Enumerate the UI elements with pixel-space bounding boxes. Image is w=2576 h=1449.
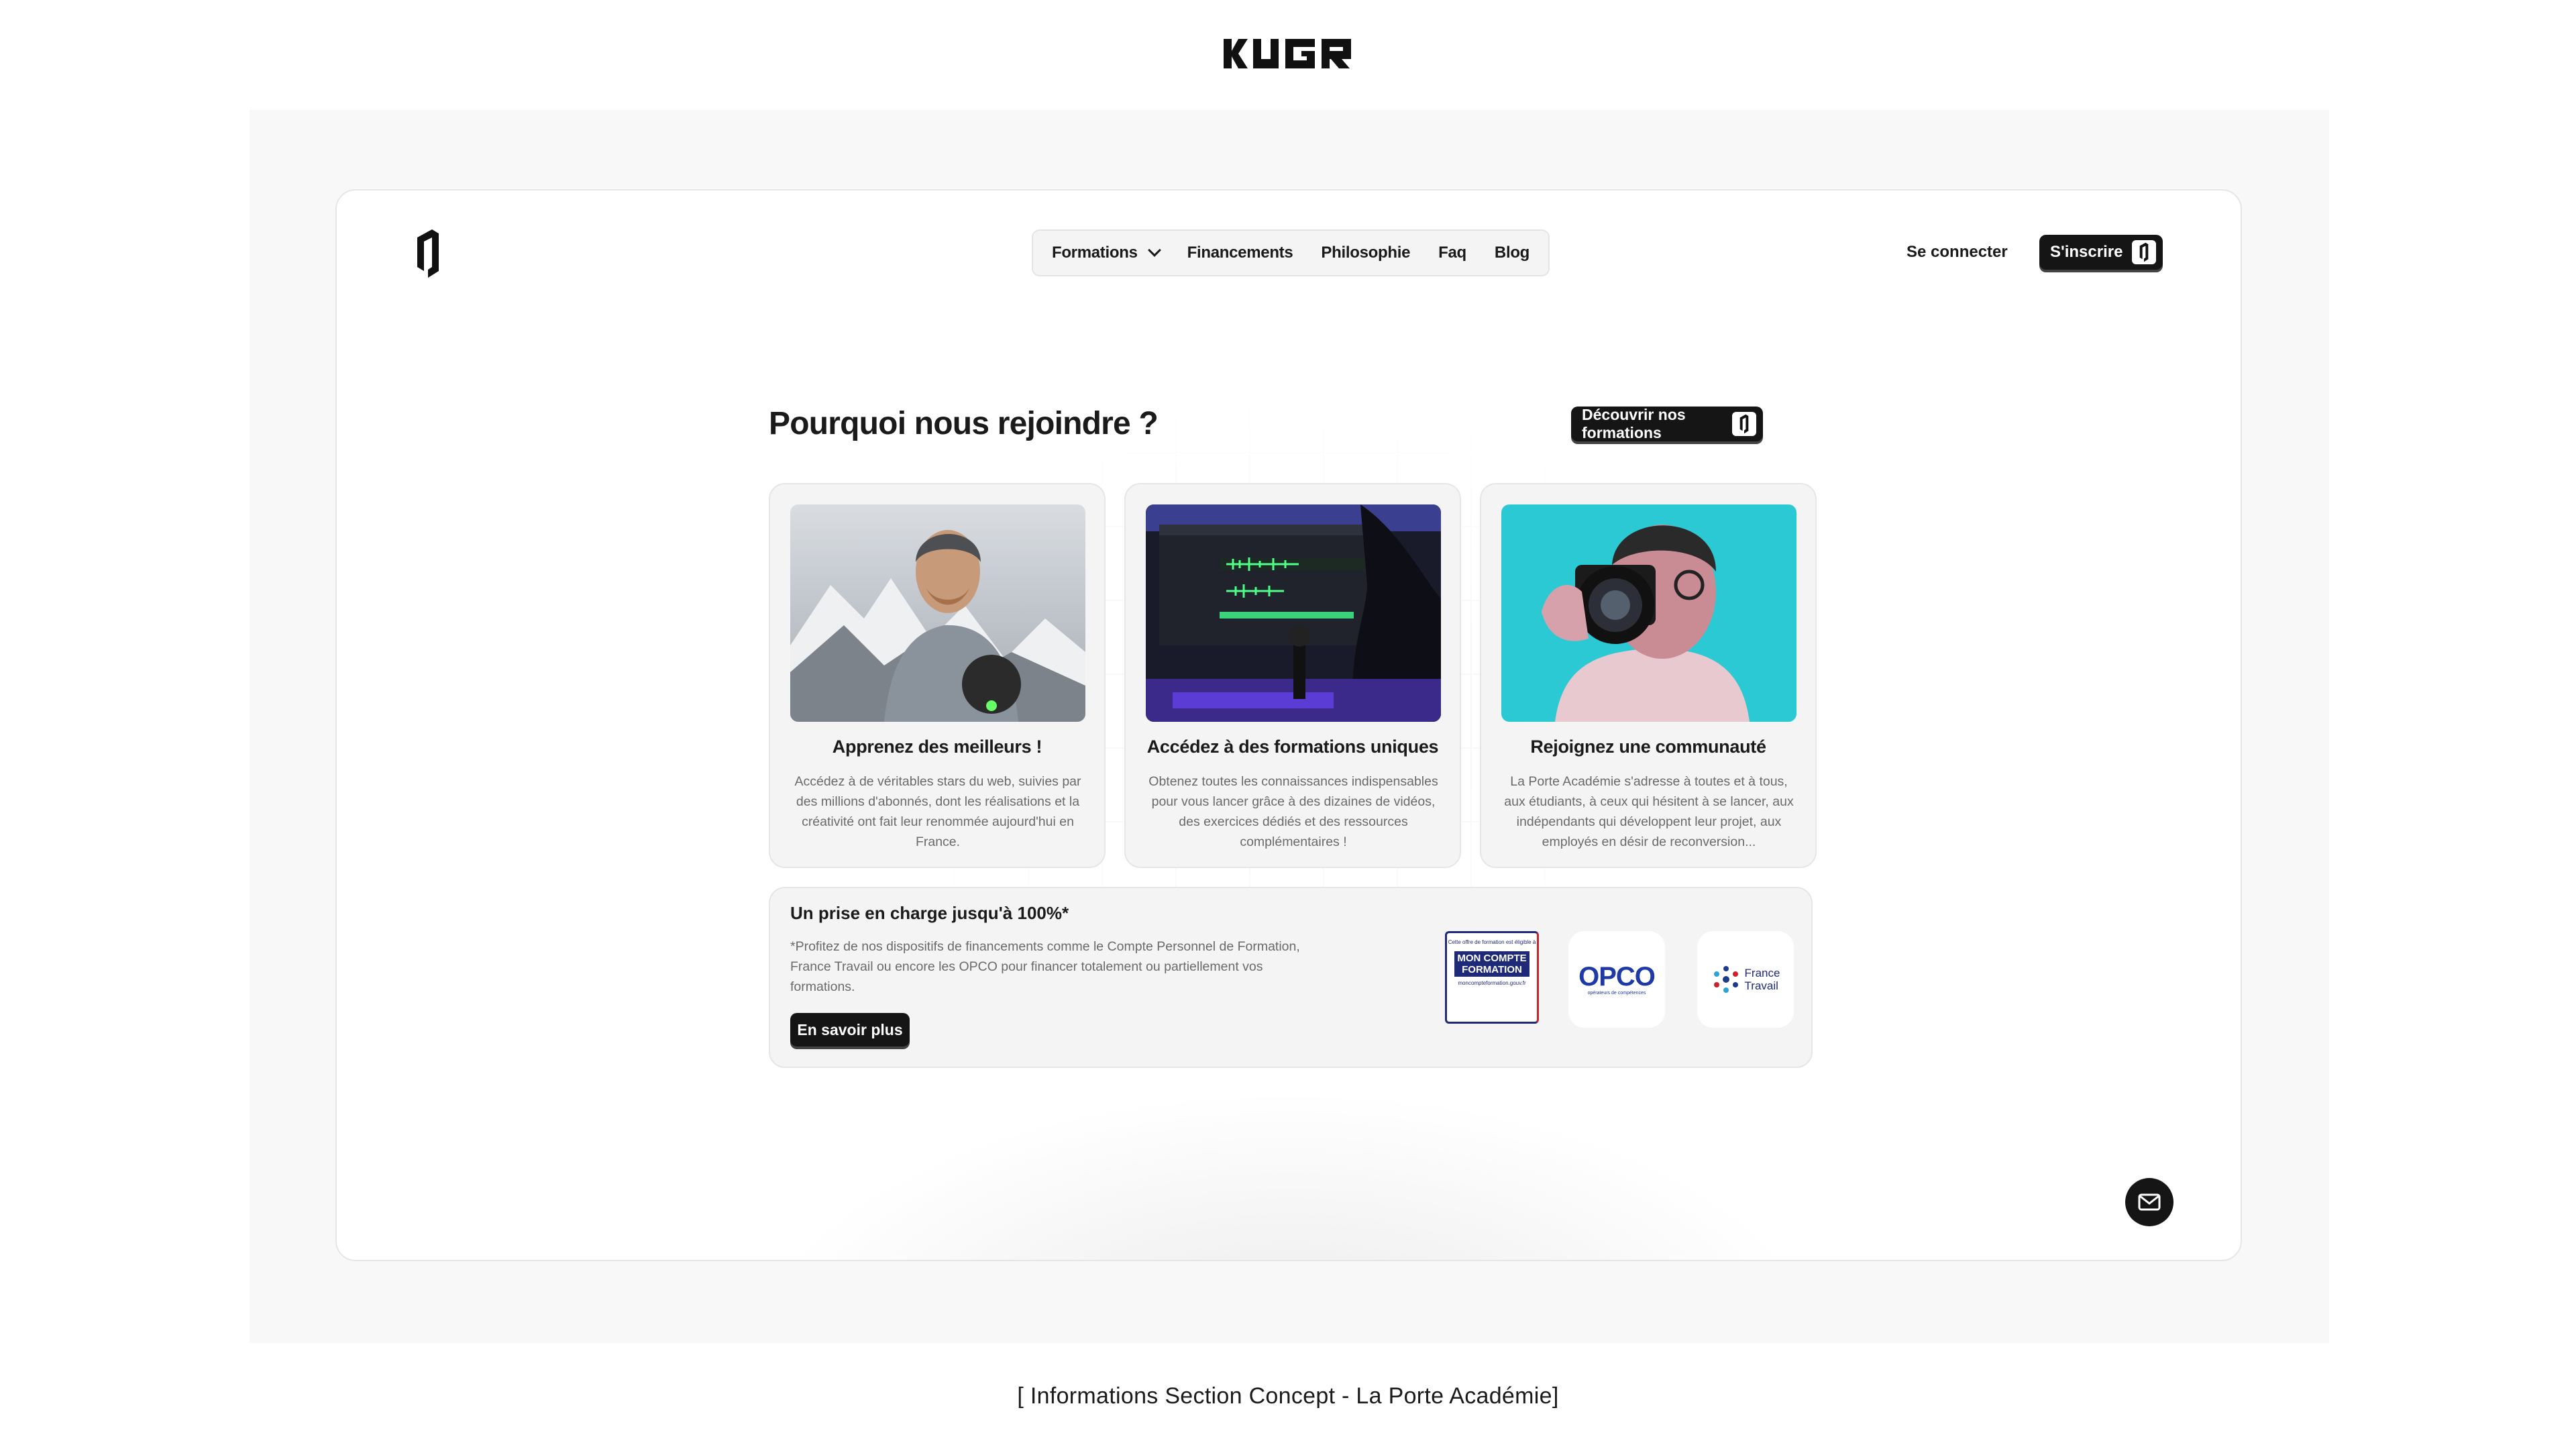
signup-button[interactable]: S'inscrire <box>2039 235 2163 270</box>
card-title: Apprenez des meilleurs ! <box>832 737 1042 757</box>
opco-text: OPCO <box>1578 961 1656 991</box>
signup-label: S'inscrire <box>2050 243 2123 261</box>
feature-card: Accédez à des formations uniques Obtenez… <box>1124 483 1461 868</box>
mail-icon <box>2138 1193 2161 1211</box>
door-icon <box>2132 240 2156 264</box>
card-photo-creator-outdoors <box>790 504 1085 722</box>
opco-subtitle: opérateurs de compétences <box>1587 990 1646 996</box>
france-travail-icon <box>1713 966 1738 993</box>
presentation-caption: [ Informations Section Concept - La Port… <box>1017 1383 1559 1409</box>
mcf-top-text: Cette offre de formation est éligible à <box>1448 939 1536 945</box>
france-travail-logo: France Travail <box>1697 931 1794 1028</box>
card-text: Obtenez toutes les connaissances indispe… <box>1148 774 1438 849</box>
nav-philosophie[interactable]: Philosophie <box>1321 244 1410 262</box>
nav-formations[interactable]: Formations <box>1051 244 1161 262</box>
browser-frame: Formations Financements Philosophie Faq … <box>335 189 2242 1261</box>
card-text: Accédez à de véritables stars du web, su… <box>794 774 1081 849</box>
discover-formations-button[interactable]: Découvrir nos formations <box>1571 406 1763 441</box>
la-porte-logo-icon[interactable] <box>412 228 444 279</box>
nav-formations-label: Formations <box>1051 244 1138 262</box>
nav-financements[interactable]: Financements <box>1187 244 1293 262</box>
mcf-url: moncompteformation.gouv.fr <box>1458 980 1526 986</box>
funding-text: *Profitez de nos dispositifs de financem… <box>790 939 1300 994</box>
main-nav: Formations Financements Philosophie Faq … <box>1032 229 1550 276</box>
funding-panel: Un prise en charge jusqu'à 100%* *Profit… <box>769 887 1813 1068</box>
door-icon <box>1732 412 1756 436</box>
background-glow <box>739 1089 1839 1260</box>
opco-logo: OPCO opérateurs de compétences <box>1568 931 1665 1028</box>
card-title: Rejoignez une communauté <box>1530 737 1766 757</box>
card-text: La Porte Académie s'adresse à toutes et … <box>1504 774 1794 849</box>
card-photo-video-editing <box>1146 504 1441 722</box>
ft-line1: France <box>1744 967 1780 979</box>
section-title: Pourquoi nous rejoindre ? <box>769 406 1159 441</box>
feature-card: Apprenez des meilleurs ! Accédez à de vé… <box>769 483 1106 868</box>
mcf-main-text: MON COMPTE FORMATION <box>1454 951 1529 977</box>
ft-line2: Travail <box>1744 979 1778 992</box>
learn-more-button[interactable]: En savoir plus <box>790 1013 910 1046</box>
login-link[interactable]: Se connecter <box>1907 243 2008 262</box>
mon-compte-formation-logo: Cette offre de formation est éligible à … <box>1445 931 1539 1024</box>
contact-mail-button[interactable] <box>2125 1178 2174 1226</box>
feature-card: Rejoignez une communauté La Porte Académ… <box>1480 483 1817 868</box>
chevron-down-icon <box>1147 244 1161 257</box>
card-title: Accédez à des formations uniques <box>1146 737 1439 757</box>
hugo-logo <box>1224 39 1351 68</box>
nav-blog[interactable]: Blog <box>1495 244 1529 262</box>
card-photo-photographer <box>1501 504 1796 722</box>
nav-faq[interactable]: Faq <box>1438 244 1466 262</box>
funding-title: Un prise en charge jusqu'à 100%* <box>790 903 1069 923</box>
